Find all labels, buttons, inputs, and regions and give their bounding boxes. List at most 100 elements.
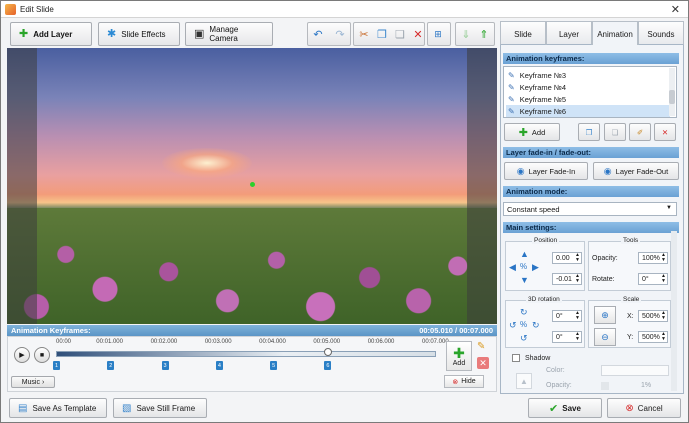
timeline-tick-label: 00:01.000 xyxy=(96,339,123,345)
delete-animation-keyframe-icon[interactable]: ✕ xyxy=(654,123,676,141)
keyframe-marker[interactable]: 1 xyxy=(53,361,60,370)
fade-in-label: Layer Fade-In xyxy=(528,166,576,176)
layer-center-handle[interactable] xyxy=(250,182,255,187)
add-layer-button[interactable]: ✚ Add Layer xyxy=(10,22,92,46)
keyframes-time: 00:05.010 / 00:07.000 xyxy=(419,326,493,335)
slide-preview[interactable] xyxy=(7,48,497,324)
brush-icon[interactable]: ✐ xyxy=(629,123,651,141)
spin-arrows-icon[interactable]: ▲ ▼ xyxy=(575,311,580,321)
spin-arrows-icon[interactable]: ▲ ▼ xyxy=(661,311,666,321)
shadow-color-picker[interactable] xyxy=(601,365,669,376)
paste-keyframe-icon[interactable]: ❏ xyxy=(604,123,626,141)
spin-arrows-icon[interactable]: ▲ ▼ xyxy=(575,332,580,342)
stop-button[interactable]: ■ xyxy=(34,347,50,363)
rotation-3d-b-input[interactable]: 0° ▲ ▼ xyxy=(552,331,582,343)
rotate-down-icon[interactable]: ↺ xyxy=(520,333,528,344)
arrow-right-icon[interactable]: ▶ xyxy=(532,262,539,273)
hide-button[interactable]: ⊗ Hide xyxy=(444,375,484,388)
properties-tabs: Slide Layer Animation Sounds xyxy=(500,21,684,45)
rotate-left-icon[interactable]: ↺ xyxy=(509,320,517,331)
list-item[interactable]: ✎ Keyframe №3 xyxy=(506,69,670,81)
animation-mode-header: Animation mode: xyxy=(503,186,679,197)
position-y-input[interactable]: -0.01 ▲ ▼ xyxy=(552,273,582,285)
cancel-button[interactable]: ⊗ Cancel xyxy=(607,398,681,418)
layer-fade-in-button[interactable]: ◉ Layer Fade-In xyxy=(504,162,588,180)
rotate-input[interactable]: 0° ▲ ▼ xyxy=(638,273,668,285)
percent-icon[interactable]: % xyxy=(520,320,527,329)
keyframe-marker[interactable]: 6 xyxy=(324,361,332,370)
play-button[interactable]: ▶ xyxy=(14,347,30,363)
slide-effects-button[interactable]: ✱ Slide Effects xyxy=(98,22,180,46)
add-keyframe-button[interactable]: ✚ Add xyxy=(446,341,472,371)
manage-camera-button[interactable]: ▣ Manage Camera xyxy=(185,22,273,46)
keyframe-marker[interactable]: 2 xyxy=(107,361,115,370)
timeline-playhead[interactable] xyxy=(323,348,332,356)
save-still-frame-label: Save Still Frame xyxy=(136,403,196,413)
save-label: Save xyxy=(562,403,581,413)
layer-fade-out-button[interactable]: ◉ Layer Fade-Out xyxy=(593,162,679,180)
spin-arrows-icon[interactable]: ▲ ▼ xyxy=(661,274,666,284)
scale-y-input[interactable]: 500% ▲ ▼ xyxy=(638,331,668,343)
sunset-glow xyxy=(162,148,252,178)
spin-arrows-icon[interactable]: ▲ ▼ xyxy=(661,332,666,342)
hide-label: Hide xyxy=(461,378,476,385)
shadow-opacity-slider[interactable] xyxy=(601,382,609,390)
app-icon xyxy=(5,3,16,15)
move-up-icon[interactable]: ⇑ xyxy=(473,22,495,46)
timeline-panel: ▶ ■ 00:00 00:01.000 00:02.000 00:03.000 00:0… xyxy=(7,336,497,392)
tab-slide[interactable]: Slide xyxy=(500,21,546,45)
spin-arrows-icon[interactable]: ▲ ▼ xyxy=(575,274,580,284)
pencil-icon[interactable]: ✎ xyxy=(477,341,485,352)
rotation-3d-a-input[interactable]: 0° ▲ ▼ xyxy=(552,310,582,322)
shadow-checkbox[interactable] xyxy=(512,354,520,362)
timeline-tick-label: 00:03.000 xyxy=(204,339,232,345)
rotate-label: Rotate: xyxy=(592,276,615,283)
poppy-field xyxy=(7,208,497,324)
pin-icon: ✎ xyxy=(508,70,515,80)
scale-x-input[interactable]: 500% ▲ ▼ xyxy=(638,310,668,322)
cancel-icon: ⊗ xyxy=(625,402,634,414)
timeline-ruler: 00:00 00:01.000 00:02.000 00:03.000 00:04.00… xyxy=(56,339,449,349)
settings-scrollbar[interactable] xyxy=(671,231,677,391)
delete-keyframe-icon[interactable]: ✕ xyxy=(477,357,489,369)
rotate-right-icon[interactable]: ↻ xyxy=(532,320,540,331)
spin-arrows-icon[interactable]: ▲ ▼ xyxy=(575,253,580,263)
arrow-up-icon[interactable]: ▲ xyxy=(520,249,529,259)
zoom-in-icon[interactable]: ⊕ xyxy=(594,306,616,324)
redo-icon[interactable]: ↷ xyxy=(329,22,351,46)
close-icon[interactable]: ✕ xyxy=(671,3,680,16)
spin-arrows-icon[interactable]: ▲ ▼ xyxy=(661,253,666,263)
save-as-template-button[interactable]: ▤ Save As Template xyxy=(9,398,107,418)
position-x-input[interactable]: 0.00 ▲ ▼ xyxy=(552,252,582,264)
scrollbar-thumb[interactable] xyxy=(669,90,675,104)
keyframes-list[interactable]: ✎ Keyframe №3 ✎ Keyframe №4 ✎ Keyframe №5 ✎… xyxy=(503,66,677,118)
keyframes-scrollbar[interactable] xyxy=(669,68,675,116)
keyframe-marker[interactable]: 5 xyxy=(270,361,278,370)
tab-sounds[interactable]: Sounds xyxy=(638,21,684,45)
keyframe-marker[interactable]: 4 xyxy=(215,361,223,370)
music-button[interactable]: Music › xyxy=(11,376,55,388)
save-still-frame-button[interactable]: ▧ Save Still Frame xyxy=(113,398,207,418)
arrow-down-icon[interactable]: ▼ xyxy=(520,275,529,285)
tab-animation[interactable]: Animation xyxy=(592,21,638,45)
zoom-out-icon[interactable]: ⊖ xyxy=(594,328,616,346)
arrow-left-icon[interactable]: ◀ xyxy=(509,262,516,273)
save-button[interactable]: ✔ Save xyxy=(528,398,602,418)
list-item[interactable]: ✎ Keyframe №4 xyxy=(506,81,670,93)
percent-icon[interactable]: % xyxy=(520,262,527,271)
tab-layer[interactable]: Layer xyxy=(546,21,592,45)
keyframe-marker[interactable]: 3 xyxy=(161,361,169,370)
rotate-up-icon[interactable]: ↻ xyxy=(520,307,528,318)
copy-keyframe-icon[interactable]: ❐ xyxy=(578,123,600,141)
align-icon[interactable]: ⊞ xyxy=(427,22,449,46)
timeline-track[interactable] xyxy=(56,351,436,357)
add-animation-keyframe-button[interactable]: ✚ Add xyxy=(504,123,560,141)
shadow-arrow-icon[interactable]: ▲ xyxy=(516,373,532,389)
template-icon: ▤ xyxy=(18,402,28,414)
animation-mode-select[interactable]: Constant speed ▼ xyxy=(503,202,677,216)
opacity-input[interactable]: 100% ▲ ▼ xyxy=(638,252,668,264)
delete-icon[interactable]: ✕ xyxy=(407,22,429,46)
undo-icon[interactable]: ↶ xyxy=(307,22,329,46)
list-item-selected[interactable]: ✎ Keyframe №6 xyxy=(506,105,670,117)
list-item[interactable]: ✎ Keyframe №5 xyxy=(506,93,670,105)
